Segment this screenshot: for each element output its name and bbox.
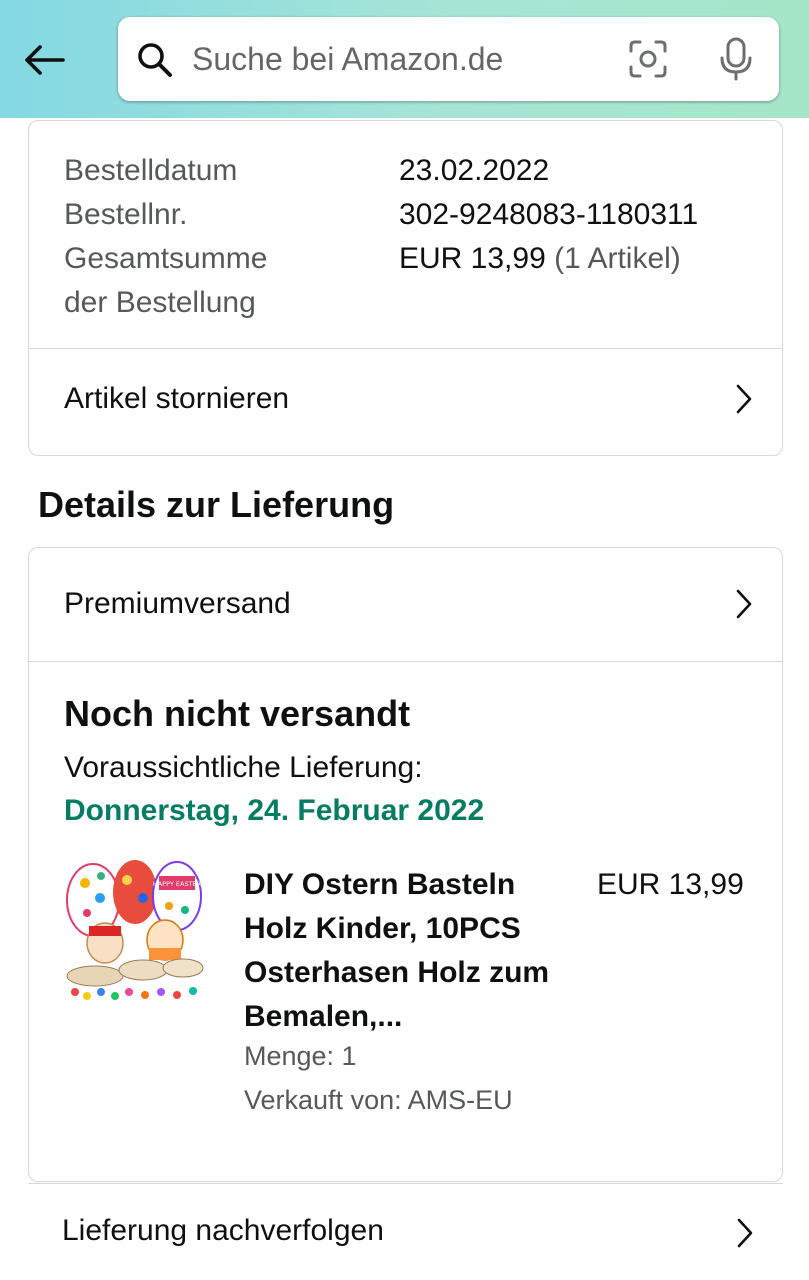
order-number-row: Bestellnr. 302-9248083-1180311 xyxy=(64,193,698,237)
chevron-right-icon xyxy=(736,384,752,414)
search-icon xyxy=(138,43,172,77)
order-date-label: Bestelldatum xyxy=(64,154,238,187)
chevron-right-icon xyxy=(736,589,752,619)
back-button[interactable] xyxy=(18,36,70,84)
eta-date: Donnerstag, 24. Februar 2022 xyxy=(64,794,485,827)
divider xyxy=(29,661,782,662)
order-date-value: 23.02.2022 xyxy=(399,154,550,187)
order-total-row: Gesamtsumme der Bestellung EUR 13,99 (1 … xyxy=(64,237,764,325)
product-seller: Verkauft von: AMS-EU xyxy=(244,1085,513,1115)
search-input[interactable] xyxy=(192,33,592,85)
order-date-row: Bestelldatum 23.02.2022 xyxy=(64,149,549,193)
order-item-count: (1 Artikel) xyxy=(554,242,681,275)
shipping-method-link[interactable]: Premiumversand xyxy=(29,554,782,654)
product-image[interactable]: HAPPY EASTER xyxy=(65,858,205,1003)
track-delivery-link[interactable]: Lieferung nachverfolgen xyxy=(28,1183,783,1280)
mic-icon[interactable] xyxy=(718,37,754,81)
top-bar xyxy=(0,0,809,118)
order-total-label-2: der Bestellung xyxy=(64,286,256,319)
order-total-amount: EUR 13,99 xyxy=(399,242,546,275)
cancel-items-link[interactable]: Artikel stornieren xyxy=(29,349,782,449)
product-quantity: Menge: 1 xyxy=(244,1041,357,1071)
eta-label: Voraussichtliche Lieferung: xyxy=(64,751,423,784)
track-delivery-label: Lieferung nachverfolgen xyxy=(62,1214,384,1247)
cancel-items-label: Artikel stornieren xyxy=(64,382,290,415)
chevron-right-icon xyxy=(737,1218,753,1248)
order-total-value: EUR 13,99 (1 Artikel) xyxy=(399,237,681,281)
order-number-value: 302-9248083-1180311 xyxy=(399,198,699,231)
back-arrow-icon xyxy=(25,45,65,75)
search-bar[interactable] xyxy=(118,17,779,101)
shipping-method-label: Premiumversand xyxy=(64,587,291,620)
order-summary-card: Bestelldatum 23.02.2022 Bestellnr. 302-9… xyxy=(28,120,783,456)
product-title-link[interactable]: DIY Ostern Basteln Holz Kinder, 10PCS Os… xyxy=(244,863,584,1039)
product-image-caption: HAPPY EASTER xyxy=(153,880,202,888)
delivery-card: Premiumversand Noch nicht versandt Vorau… xyxy=(28,547,783,1182)
order-number-label: Bestellnr. xyxy=(64,198,188,231)
camera-icon[interactable] xyxy=(628,39,668,79)
shipment-status: Noch nicht versandt xyxy=(64,693,411,734)
product-price: EUR 13,99 xyxy=(597,868,744,901)
delivery-section-title: Details zur Lieferung xyxy=(38,484,395,525)
